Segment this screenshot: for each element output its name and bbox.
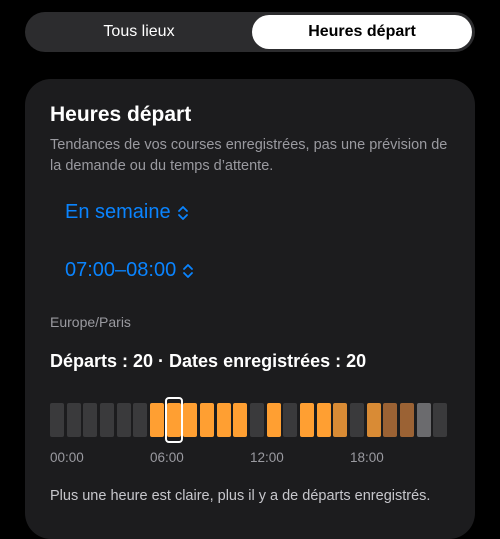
hour-bar[interactable] bbox=[400, 403, 414, 437]
hourly-heatmap bbox=[50, 397, 450, 443]
hour-bar[interactable] bbox=[333, 403, 348, 437]
tab-heures-depart[interactable]: Heures départ bbox=[252, 15, 472, 49]
selected-hour-indicator bbox=[164, 397, 183, 443]
hour-bar[interactable] bbox=[283, 403, 298, 437]
tick-label: 18:00 bbox=[350, 450, 384, 465]
tab-tous-lieux[interactable]: Tous lieux bbox=[28, 15, 250, 49]
departure-hours-card: Heures départ Tendances de vos courses e… bbox=[25, 79, 475, 539]
segmented-control: Tous lieux Heures départ bbox=[25, 12, 475, 52]
chevron-up-down-icon bbox=[177, 205, 188, 220]
hour-bar[interactable] bbox=[116, 403, 131, 437]
time-slot-picker-label: 07:00–08:00 bbox=[65, 259, 177, 281]
chevron-up-down-icon bbox=[183, 263, 194, 278]
tick-label: 00:00 bbox=[50, 450, 84, 465]
hour-bar[interactable] bbox=[233, 403, 248, 437]
hour-bar[interactable] bbox=[83, 403, 98, 437]
timezone-label: Europe/Paris bbox=[50, 314, 131, 330]
day-type-picker[interactable]: En semaine bbox=[65, 201, 189, 224]
hour-bar[interactable] bbox=[350, 403, 364, 437]
hour-bar[interactable] bbox=[250, 403, 264, 437]
hour-bar[interactable] bbox=[133, 403, 148, 437]
hour-bar[interactable] bbox=[50, 403, 64, 437]
card-subtitle: Tendances de vos courses enregistrées, p… bbox=[50, 137, 448, 174]
hour-bar[interactable] bbox=[366, 403, 381, 437]
hour-bar[interactable] bbox=[383, 403, 398, 437]
hour-bar[interactable] bbox=[300, 403, 314, 437]
hour-bar[interactable] bbox=[433, 403, 448, 437]
hour-bar[interactable] bbox=[416, 403, 431, 437]
hour-bar[interactable] bbox=[200, 403, 214, 437]
legend-text: Plus une heure est claire, plus il y a d… bbox=[50, 488, 431, 504]
time-slot-picker[interactable]: 07:00–08:00 bbox=[65, 259, 194, 282]
hour-bar[interactable] bbox=[150, 403, 164, 437]
tick-label: 06:00 bbox=[150, 450, 184, 465]
hour-bar[interactable] bbox=[316, 403, 331, 437]
hour-bar[interactable] bbox=[266, 403, 281, 437]
card-title: Heures départ bbox=[50, 103, 192, 126]
tick-label: 12:00 bbox=[250, 450, 284, 465]
departure-stats: Départs : 20 · Dates enregistrées : 20 bbox=[50, 351, 367, 371]
hour-bar[interactable] bbox=[66, 403, 81, 437]
day-type-picker-label: En semaine bbox=[65, 201, 171, 223]
hour-bar[interactable] bbox=[216, 403, 231, 437]
hour-bar[interactable] bbox=[100, 403, 114, 437]
hour-bar[interactable] bbox=[183, 403, 198, 437]
